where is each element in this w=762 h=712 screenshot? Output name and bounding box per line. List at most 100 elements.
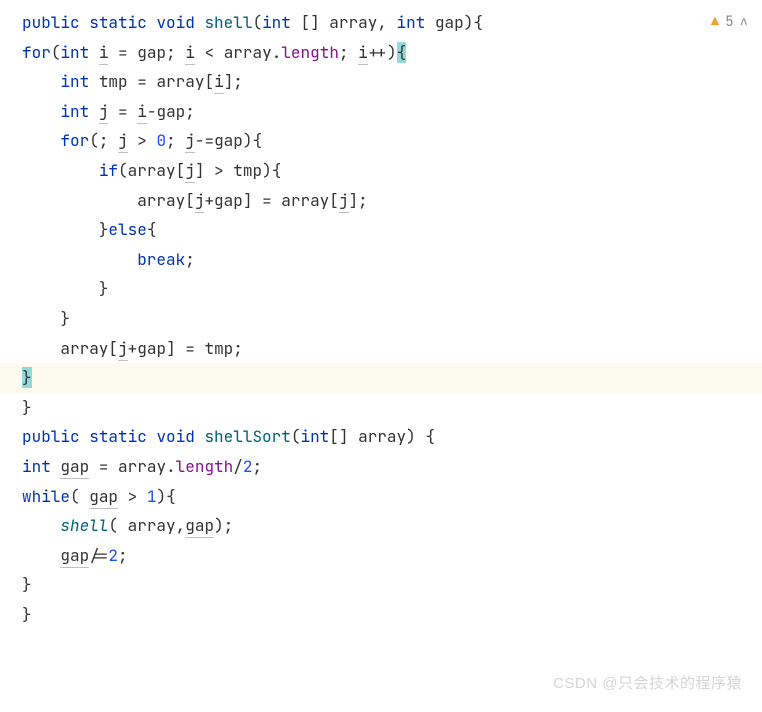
punct: ) [243,130,253,151]
punct: . [272,42,282,63]
type-int: int [60,42,89,63]
punct: > [118,486,147,507]
punct: ) [214,515,224,536]
warning-icon: ▲ [711,10,719,36]
var-array: array [281,190,329,211]
code-line[interactable]: int j = i-gap; [22,97,762,127]
punct: > [204,160,233,181]
punct: ) [262,160,272,181]
brace: { [166,486,176,507]
var-j: j [339,190,349,213]
punct: + [128,338,138,359]
var-j: j [195,190,205,213]
inspection-summary[interactable]: ▲ 5 ∧ [711,10,748,36]
type-int: int [300,426,329,447]
brace: } [22,574,32,595]
punct: [] [291,12,329,33]
chevron-up-icon[interactable]: ∧ [740,10,748,36]
keyword-public: public [22,12,80,33]
punct: [ [204,71,214,92]
var-gap: gap [214,130,243,151]
code-line[interactable]: if(array[j] > tmp){ [22,156,762,186]
code-line-highlighted[interactable]: } [0,363,762,393]
code-line[interactable]: int gap = array.length/2; [22,452,762,482]
code-line[interactable]: } [22,570,762,600]
var-i: i [214,71,224,94]
type-int: int [60,101,89,122]
brace: { [473,12,483,33]
punct: . [166,456,176,477]
keyword-for: for [22,42,51,63]
number: 2 [108,545,118,566]
code-line[interactable]: gap/=2; [22,541,762,571]
brace-highlight: { [397,42,407,63]
code-line[interactable]: } [22,274,762,304]
code-line[interactable]: } [22,600,762,630]
var-i: i [185,42,195,65]
watermark: CSDN @只会技术的程序猿 [553,670,742,698]
var-array: array [224,42,272,63]
var-i: i [358,42,368,65]
punct: -= [195,130,214,151]
field-length: length [281,42,339,63]
space [51,456,61,477]
code-line[interactable]: break; [22,245,762,275]
var-array: array [137,190,185,211]
code-line[interactable]: int tmp = array[i]; [22,67,762,97]
code-line[interactable]: array[j+gap] = tmp; [22,334,762,364]
punct: / [233,456,243,477]
punct: ; [166,42,185,63]
punct: > [128,130,157,151]
punct: [] [329,426,358,447]
punct: ; [253,456,263,477]
punct: ; [339,42,358,63]
code-line[interactable]: public static void shellSort(int[] array… [22,422,762,452]
number: 2 [243,456,253,477]
var-gap: gap [137,338,166,359]
code-editor[interactable]: public static void shell(int [] array, i… [0,0,762,637]
punct: ( [89,130,99,151]
var-j: j [99,101,109,124]
var-array: array [118,456,166,477]
type-int: int [60,71,89,92]
code-line[interactable]: shell( array,gap); [22,511,762,541]
method-call: shell [60,515,108,536]
code-line[interactable]: } [22,304,762,334]
code-line[interactable]: for(int i = gap; i < array.length; i++){ [22,38,762,68]
space [89,101,99,122]
code-line[interactable]: array[j+gap] = array[j]; [22,186,762,216]
punct: = [176,338,205,359]
punct: , [377,12,396,33]
punct: ] [166,338,176,359]
var-j: j [185,130,195,153]
var-tmp: tmp [233,160,262,181]
code-line[interactable]: }else{ [22,215,762,245]
punct: = [89,456,118,477]
var-gap: gap [60,456,89,479]
punct: ; [185,101,195,122]
brace: } [22,604,32,625]
var-array: array [128,160,176,181]
punct: ( [108,515,127,536]
keyword-static: static [89,426,147,447]
var-gap: gap [60,545,89,568]
code-line[interactable]: for(; j > 0; j-=gap){ [22,126,762,156]
code-line[interactable]: public static void shell(int [] array, i… [22,8,762,38]
punct: [ [176,160,186,181]
keyword-void: void [156,12,194,33]
brace: } [22,397,32,418]
var-tmp: tmp [204,338,233,359]
punct: + [204,190,214,211]
keyword-break: break [137,249,185,270]
punct: ; [233,338,243,359]
punct: ( [118,160,128,181]
brace-highlight: } [22,367,32,388]
type-int: int [262,12,291,33]
punct: = [108,42,137,63]
var-array: array [128,515,176,536]
code-line[interactable]: } [22,393,762,423]
punct: ; [224,515,234,536]
method-name: shellSort [204,426,290,447]
keyword-void: void [156,426,194,447]
code-line[interactable]: while( gap > 1){ [22,482,762,512]
